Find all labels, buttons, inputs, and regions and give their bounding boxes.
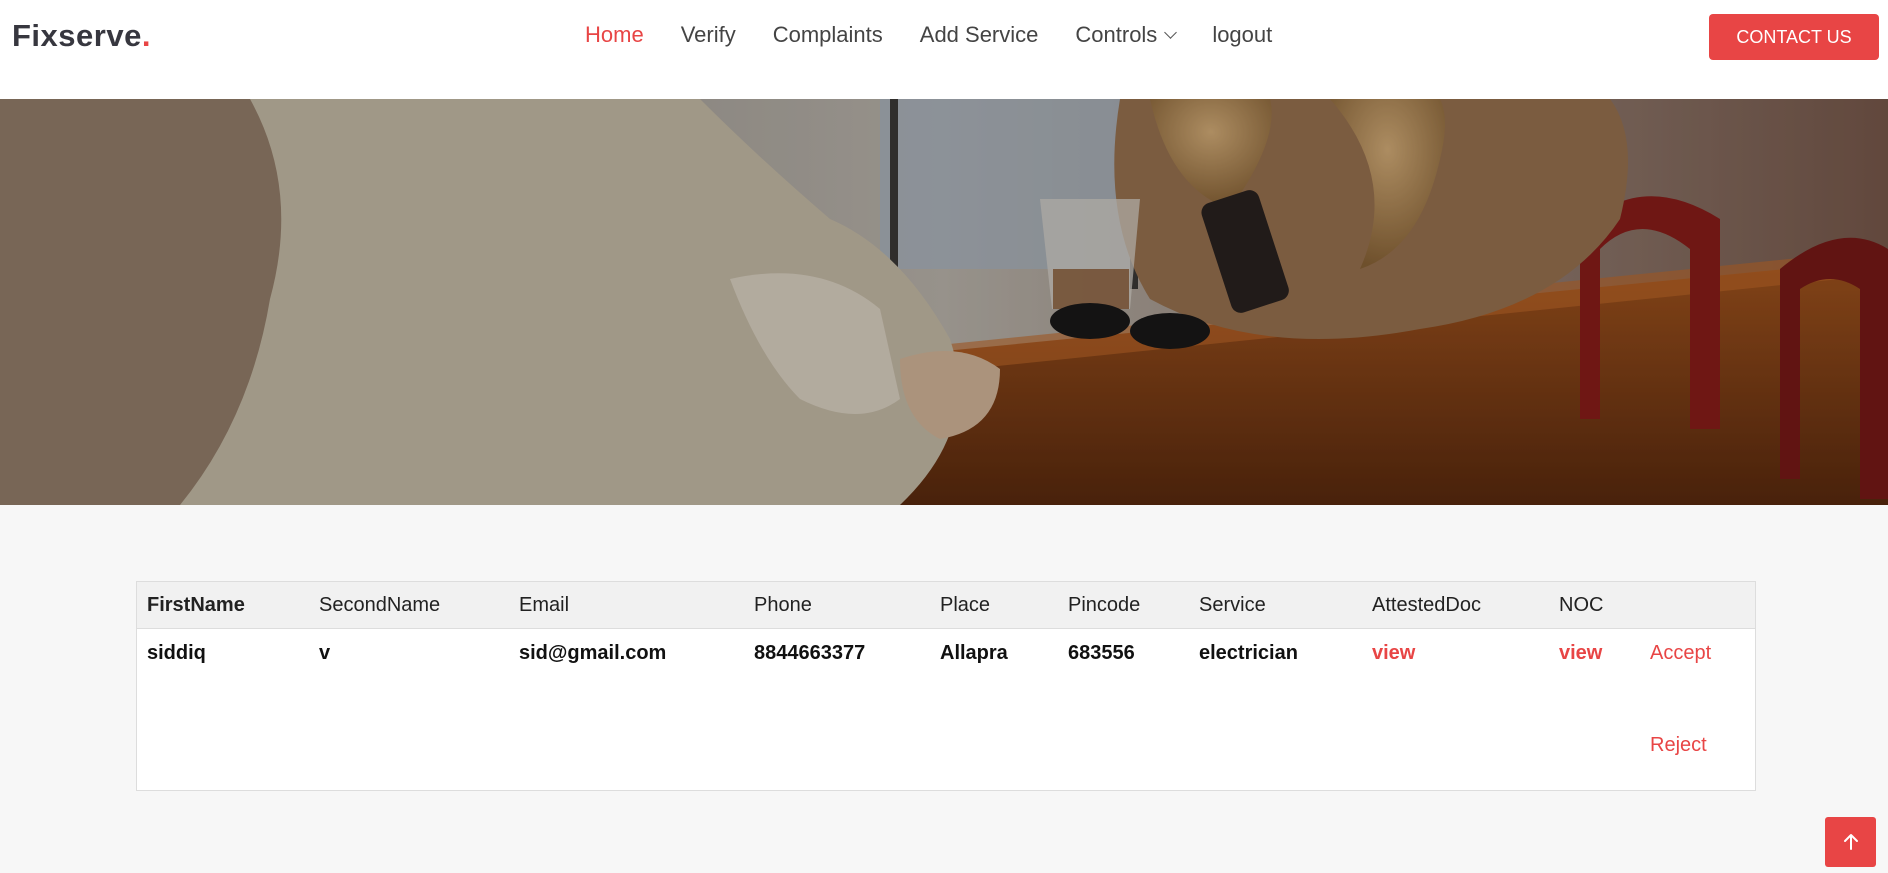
brand-name: Fixserve — [12, 18, 142, 53]
verification-table: FirstName SecondName Email Phone Place P… — [136, 581, 1756, 791]
nav-complaints[interactable]: Complaints — [773, 22, 883, 48]
header-phone: Phone — [754, 594, 812, 616]
nav-home[interactable]: Home — [585, 22, 644, 48]
cell-pincode: 683556 — [1068, 642, 1135, 664]
header-place: Place — [940, 594, 991, 616]
cell-email: sid@gmail.com — [519, 642, 667, 664]
brand-logo[interactable]: Fixserve. — [12, 18, 151, 54]
header-firstname: FirstName — [147, 594, 245, 616]
nav-logout[interactable]: logout — [1212, 22, 1272, 48]
chevron-down-icon — [1164, 26, 1178, 39]
header-attesteddoc: AttestedDoc — [1372, 594, 1481, 616]
attested-doc-view-link[interactable]: view — [1372, 642, 1415, 665]
header-email: Email — [519, 594, 570, 616]
site-header: Fixserve. Home Verify Complaints Add Ser… — [0, 0, 1888, 99]
contact-us-button[interactable]: CONTACT US — [1709, 14, 1879, 60]
brand-dot: . — [141, 18, 151, 53]
hero-photo — [0, 99, 1888, 505]
nav-add-service[interactable]: Add Service — [920, 22, 1039, 48]
cell-place: Allapra — [940, 642, 1008, 664]
main-nav: Home Verify Complaints Add Service Contr… — [585, 22, 1309, 48]
accept-button[interactable]: Accept — [1650, 642, 1711, 665]
header-service: Service — [1199, 594, 1266, 616]
nav-verify[interactable]: Verify — [681, 22, 736, 48]
cell-second-name: v — [319, 642, 331, 664]
reject-button[interactable]: Reject — [1650, 734, 1707, 757]
cell-phone: 8844663377 — [754, 642, 866, 664]
cell-service: electrician — [1199, 642, 1298, 664]
scroll-to-top-button[interactable] — [1825, 817, 1876, 867]
arrow-up-icon — [1843, 834, 1858, 850]
table-header-row: FirstName SecondName Email Phone Place P… — [137, 582, 1755, 629]
nav-controls[interactable]: Controls — [1075, 22, 1178, 48]
cell-first-name: siddiq — [147, 642, 206, 664]
nav-controls-label: Controls — [1075, 22, 1158, 47]
header-secondname: SecondName — [319, 594, 441, 616]
hero-banner-image — [0, 99, 1888, 505]
noc-view-link[interactable]: view — [1559, 642, 1602, 665]
header-pincode: Pincode — [1068, 594, 1141, 616]
header-noc: NOC — [1559, 594, 1604, 616]
